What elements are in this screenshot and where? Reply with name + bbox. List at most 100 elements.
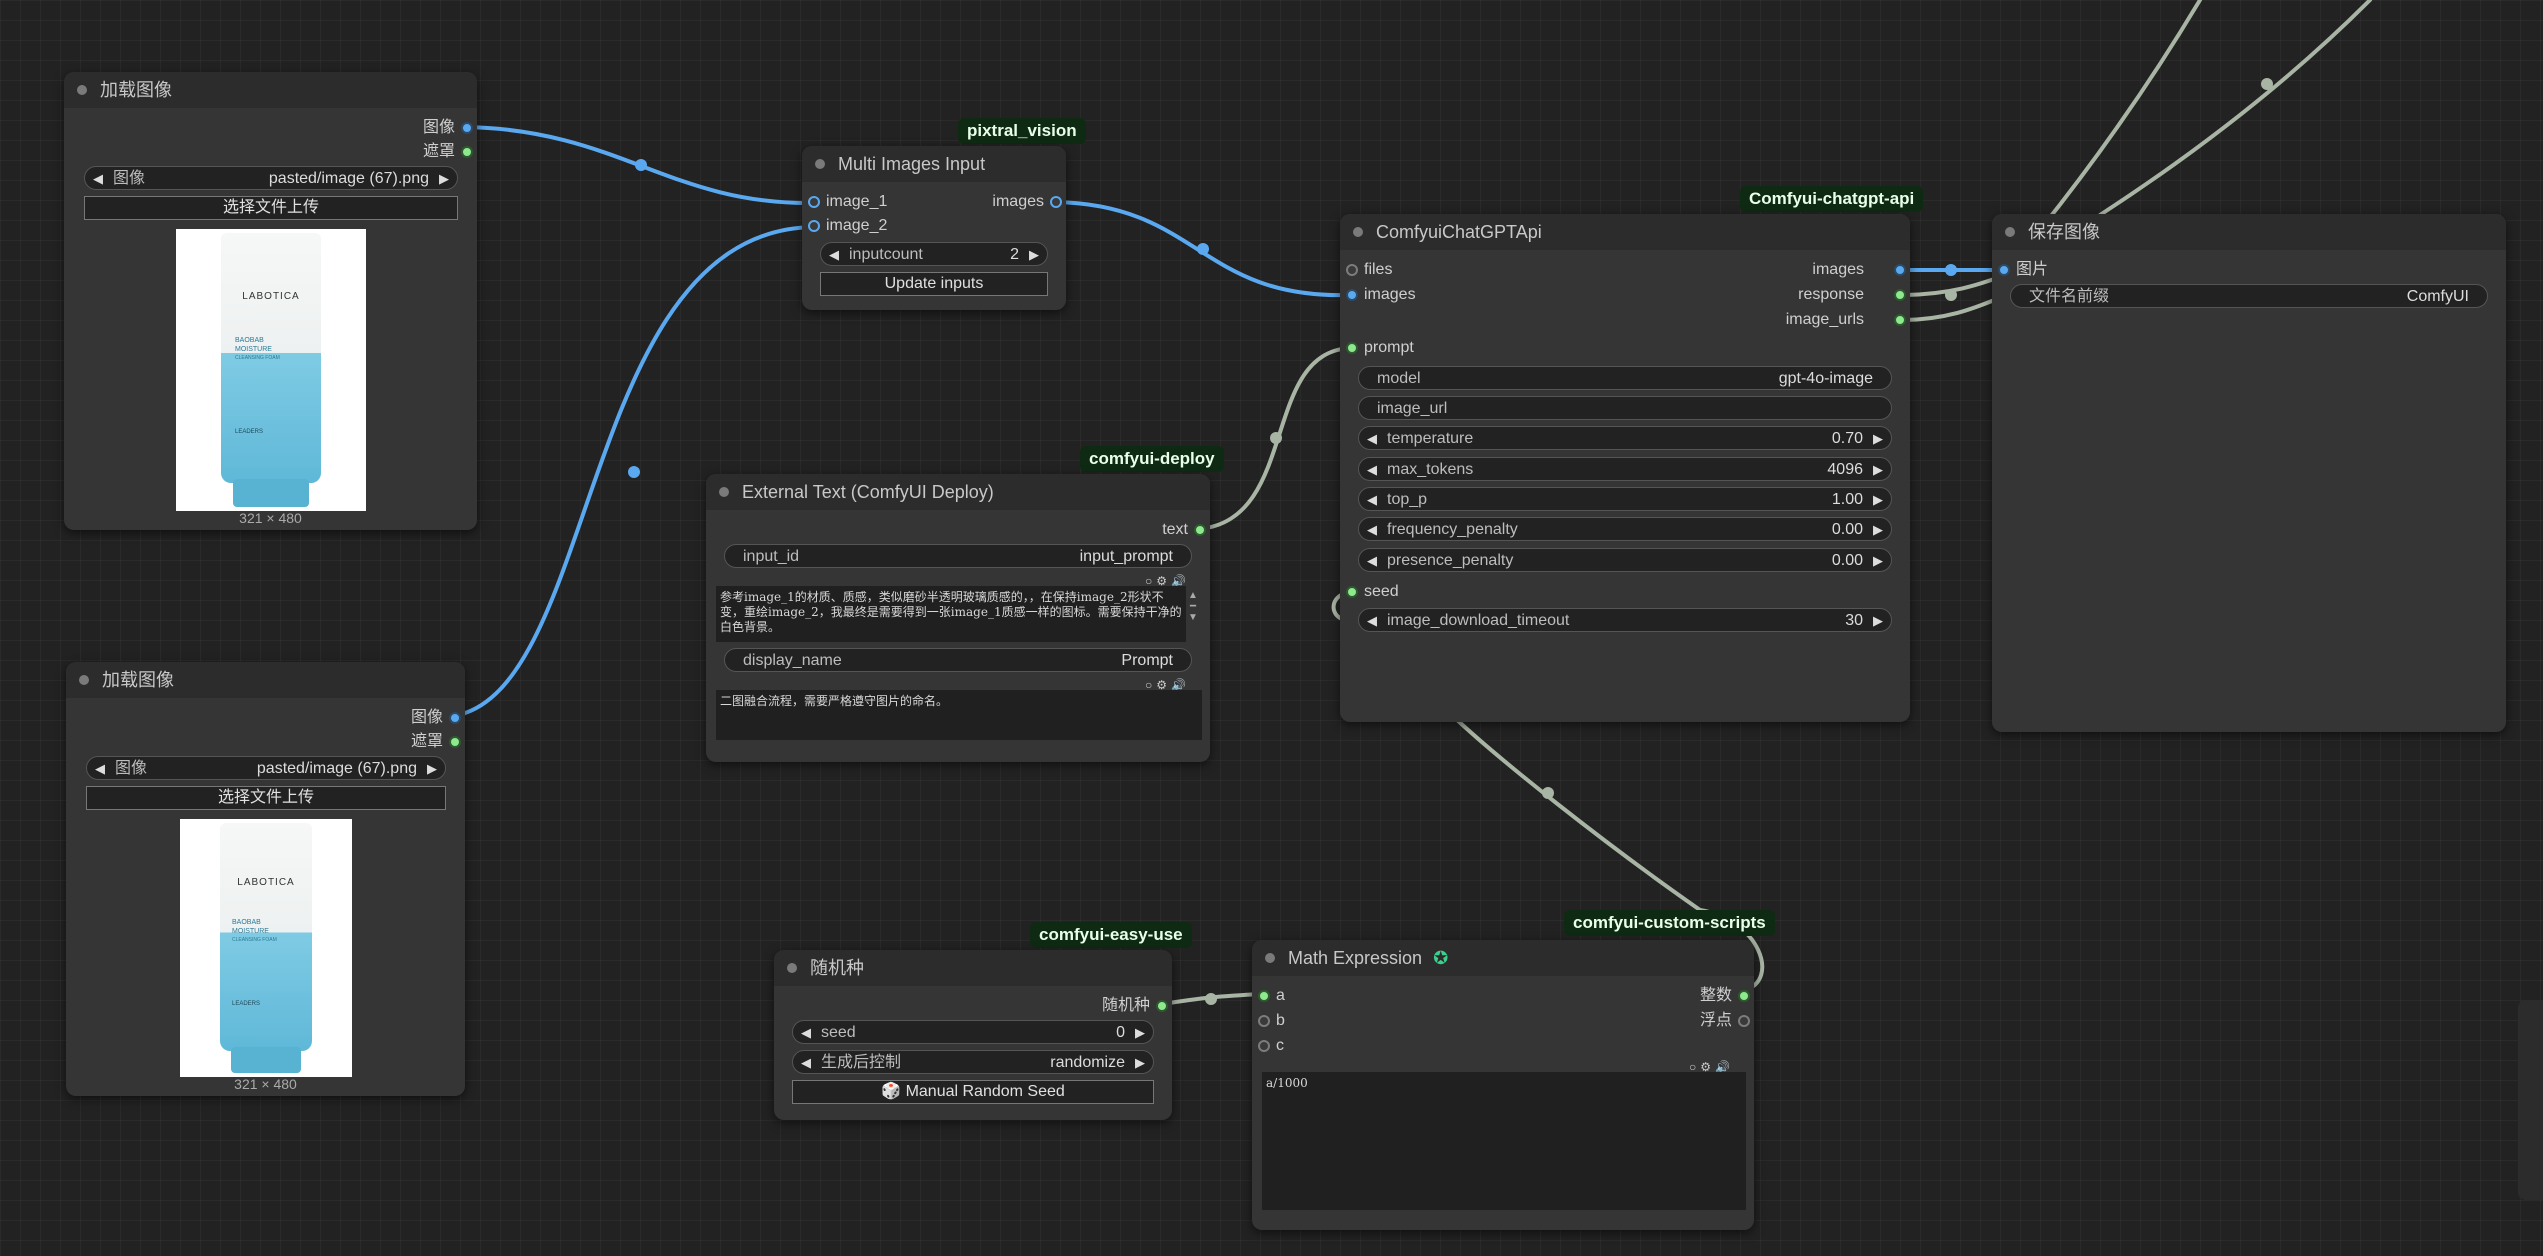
image-download-timeout-stepper[interactable]: ◀ image_download_timeout 30 ▶ [1358,608,1892,632]
collapse-dot-icon[interactable] [815,159,825,169]
save-image-node[interactable]: 保存图像 图片 文件名前缀 ComfyUI [1992,214,2506,732]
link-dot[interactable] [628,466,640,478]
collapse-dot-icon[interactable] [1265,953,1275,963]
arrow-right-icon[interactable]: ▶ [1873,458,1883,482]
max-tokens-stepper[interactable]: ◀ max_tokens 4096 ▶ [1358,457,1892,481]
arrow-left-icon[interactable]: ◀ [1367,488,1377,512]
frequency-penalty-stepper[interactable]: ◀ frequency_penalty 0.00 ▶ [1358,517,1892,541]
arrow-left-icon[interactable]: ◀ [95,757,105,781]
arrow-right-icon[interactable]: ▶ [1873,488,1883,512]
link-dot[interactable] [1542,787,1554,799]
arrow-right-icon[interactable]: ▶ [1135,1021,1145,1045]
output-socket-images[interactable] [1894,264,1906,276]
output-socket-mask[interactable] [461,146,473,158]
link-dot[interactable] [1945,264,1957,276]
arrow-left-icon[interactable]: ◀ [93,167,103,191]
manual-random-seed-button[interactable]: 🎲 Manual Random Seed [792,1080,1154,1104]
description-textarea[interactable]: 二图融合流程，需要严格遵守图片的命名。 [716,690,1202,740]
external-text-node[interactable]: External Text (ComfyUI Deploy) text inpu… [706,474,1210,762]
output-socket-response[interactable] [1894,289,1906,301]
input-socket-image-2[interactable] [808,220,820,232]
presence-penalty-stepper[interactable]: ◀ presence_penalty 0.00 ▶ [1358,548,1892,572]
collapse-dot-icon[interactable] [787,963,797,973]
input-socket-seed[interactable] [1346,586,1358,598]
arrow-right-icon[interactable]: ▶ [439,167,449,191]
output-socket-mask[interactable] [449,736,461,748]
arrow-right-icon[interactable]: ▶ [1135,1051,1145,1075]
output-socket-text[interactable] [1194,524,1206,536]
input-socket-c[interactable] [1258,1040,1270,1052]
input-socket-a[interactable] [1258,990,1270,1002]
collapse-dot-icon[interactable] [719,487,729,497]
node-title-bar[interactable]: ComfyuiChatGPTApi [1340,214,1910,250]
prompt-textarea[interactable]: 参考image_1的材质、质感，类似磨砂半透明玻璃质感的，，在保持image_2… [716,586,1186,642]
link-dot[interactable] [1197,243,1209,255]
node-title-bar[interactable]: 保存图像 [1992,214,2506,250]
node-title-bar[interactable]: 随机种 [774,950,1172,986]
link-seed-to-math[interactable] [1161,992,1264,1006]
input-id-field[interactable]: input_id input_prompt [724,544,1192,568]
collapse-dot-icon[interactable] [79,675,89,685]
link-multi-to-chatgpt[interactable] [1054,200,1354,298]
link-save-up-1[interactable] [2038,0,2202,232]
input-socket-image-1[interactable] [808,196,820,208]
top-p-stepper[interactable]: ◀ top_p 1.00 ▶ [1358,487,1892,511]
input-socket-images[interactable] [1346,289,1358,301]
upload-button[interactable]: 选择文件上传 [84,196,458,220]
upload-button[interactable]: 选择文件上传 [86,786,446,810]
arrow-right-icon[interactable]: ▶ [427,757,437,781]
node-title-bar[interactable]: 加载图像 [64,72,477,108]
arrow-left-icon[interactable]: ◀ [1367,427,1377,451]
chatgpt-api-node[interactable]: ComfyuiChatGPTApi files images prompt im… [1340,214,1910,722]
link-dot[interactable] [1205,993,1217,1005]
control-after-generate-combo[interactable]: ◀ 生成后控制 randomize ▶ [792,1050,1154,1074]
image-combo[interactable]: ◀ 图像 pasted/image (67).png ▶ [84,166,458,190]
image-combo[interactable]: ◀ 图像 pasted/image (67).png ▶ [86,756,446,780]
arrow-left-icon[interactable]: ◀ [1367,609,1377,633]
load-image-node-1[interactable]: 加载图像 图像 遮罩 ◀ 图像 pasted/image (67).png ▶ … [64,72,477,530]
offscreen-panel-edge[interactable] [2518,1000,2543,1200]
arrow-right-icon[interactable]: ▶ [1873,427,1883,451]
arrow-right-icon[interactable]: ▶ [1873,518,1883,542]
arrow-left-icon[interactable]: ◀ [829,243,839,267]
link-save-up-2[interactable] [2098,0,2372,217]
inputcount-stepper[interactable]: ◀ inputcount 2 ▶ [820,242,1048,266]
scroll-down-icon[interactable]: ▼ [1186,612,1200,623]
filename-prefix-field[interactable]: 文件名前缀 ComfyUI [2010,284,2488,308]
arrow-left-icon[interactable]: ◀ [1367,458,1377,482]
output-socket-image[interactable] [449,712,461,724]
node-title-bar[interactable]: Math Expression ✪ [1252,940,1754,976]
image-url-field[interactable]: image_url [1358,396,1892,420]
multi-images-input-node[interactable]: Multi Images Input image_1 image_2 image… [802,146,1066,310]
random-seed-node[interactable]: 随机种 随机种 ◀ seed 0 ▶ ◀ 生成后控制 randomize ▶ 🎲… [774,950,1172,1120]
output-socket-seed[interactable] [1156,1000,1168,1012]
node-title-bar[interactable]: Multi Images Input [802,146,1066,182]
input-socket-image[interactable] [1998,264,2010,276]
arrow-left-icon[interactable]: ◀ [1367,518,1377,542]
arrow-left-icon[interactable]: ◀ [801,1051,811,1075]
arrow-right-icon[interactable]: ▶ [1873,609,1883,633]
link-dot[interactable] [635,159,647,171]
input-socket-prompt[interactable] [1346,342,1358,354]
arrow-left-icon[interactable]: ◀ [1367,549,1377,573]
collapse-dot-icon[interactable] [77,85,87,95]
output-socket-images[interactable] [1050,196,1062,208]
scroll-up-icon[interactable]: ▲ [1186,590,1200,601]
output-socket-int[interactable] [1738,990,1750,1002]
input-socket-files[interactable] [1346,264,1358,276]
arrow-right-icon[interactable]: ▶ [1029,243,1039,267]
input-socket-b[interactable] [1258,1015,1270,1027]
seed-stepper[interactable]: ◀ seed 0 ▶ [792,1020,1154,1044]
output-socket-float[interactable] [1738,1015,1750,1027]
link-load1-to-multi[interactable] [464,125,816,206]
link-dot[interactable] [1270,432,1282,444]
textarea-scroll-controls[interactable]: ▲ ━ ▼ [1186,590,1200,623]
collapse-dot-icon[interactable] [2005,227,2015,237]
link-dot[interactable] [1945,289,1957,301]
arrow-left-icon[interactable]: ◀ [801,1021,811,1045]
update-inputs-button[interactable]: Update inputs [820,272,1048,296]
node-title-bar[interactable]: External Text (ComfyUI Deploy) [706,474,1210,510]
math-expression-node[interactable]: Math Expression ✪ a b c 整数 浮点 ○⚙🔊 a/1000 [1252,940,1754,1230]
load-image-node-2[interactable]: 加载图像 图像 遮罩 ◀ 图像 pasted/image (67).png ▶ … [66,662,465,1096]
link-dot[interactable] [2261,78,2273,90]
